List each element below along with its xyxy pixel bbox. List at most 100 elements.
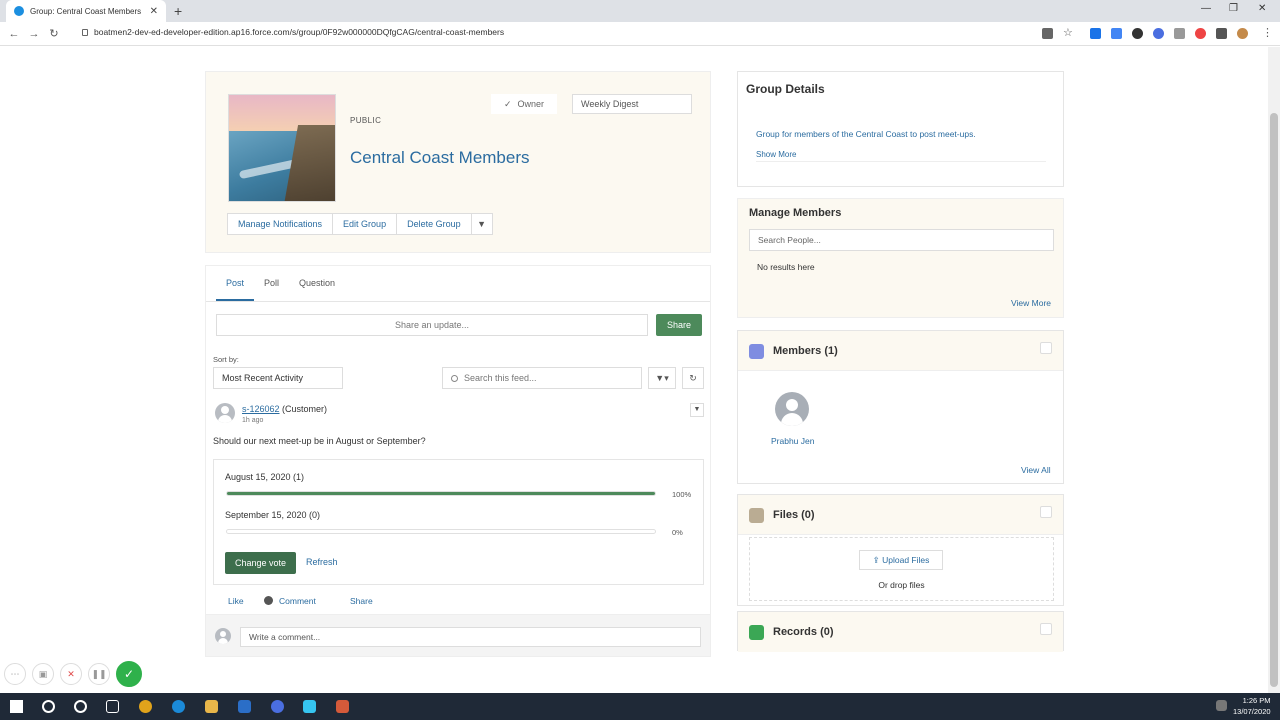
group-details-title: Group Details (746, 82, 825, 96)
tab-poll[interactable]: Poll (254, 266, 289, 301)
edge-icon[interactable] (172, 700, 185, 713)
sort-select[interactable]: Most Recent Activity (213, 367, 343, 389)
reload-icon[interactable]: ↻ (44, 27, 64, 40)
mail-icon[interactable] (238, 700, 251, 713)
pause-icon[interactable]: ❚❚ (88, 663, 110, 685)
cortana-icon[interactable] (74, 700, 87, 713)
extension-icon[interactable] (1174, 28, 1185, 39)
windows-start-icon[interactable] (10, 700, 23, 713)
members-title[interactable]: Members (1) (773, 345, 838, 357)
group-description: Group for members of the Central Coast t… (756, 129, 976, 139)
search-icon[interactable] (42, 700, 55, 713)
records-title[interactable]: Records (0) (773, 626, 834, 638)
filter-icon[interactable]: ▼▾ (648, 367, 676, 389)
puzzle-icon[interactable] (1216, 28, 1227, 39)
avatar (215, 628, 231, 644)
more-icon[interactable]: ⋯ (4, 663, 26, 685)
edit-group-button[interactable]: Edit Group (332, 213, 398, 235)
no-results-text: No results here (757, 262, 815, 272)
window-close-icon[interactable]: ✕ (1258, 3, 1266, 14)
avatar[interactable] (775, 392, 809, 426)
browser-tab[interactable]: Group: Central Coast Members ✕ (6, 0, 166, 22)
post-body: Should our next meet-up be in August or … (213, 436, 426, 446)
camera-icon[interactable]: ▣ (32, 663, 54, 685)
feed-search-input[interactable]: Search this feed... (442, 367, 642, 389)
chrome-icon[interactable] (139, 700, 152, 713)
kebab-menu-icon[interactable]: ⋮ (1262, 26, 1273, 39)
page-scrollbar[interactable] (1268, 47, 1280, 693)
view-all-link[interactable]: View All (1021, 465, 1051, 475)
scrollbar-thumb[interactable] (1270, 113, 1278, 687)
app-icon[interactable] (271, 700, 284, 713)
manage-members-title: Manage Members (749, 207, 842, 219)
cloud-extension-icon[interactable] (1132, 28, 1143, 39)
comment-input[interactable]: Write a comment... (240, 627, 701, 647)
poll: August 15, 2020 (1) 100% September 15, 2… (213, 459, 704, 585)
manage-notifications-button[interactable]: Manage Notifications (227, 213, 334, 235)
comment-button[interactable]: Comment (264, 596, 316, 606)
tab-title: Group: Central Coast Members (30, 6, 142, 16)
slack-icon[interactable] (303, 700, 316, 713)
file-dropzone[interactable]: ⇪ Upload Files Or drop files (749, 537, 1054, 601)
files-title[interactable]: Files (0) (773, 509, 815, 521)
clock-date: 13/07/2020 (1233, 707, 1271, 716)
pen-icon[interactable] (1216, 700, 1227, 711)
more-actions-chevron-down-icon[interactable]: ▼ (470, 213, 493, 235)
feed-search-placeholder: Search this feed... (464, 373, 537, 383)
post-menu-chevron-down-icon[interactable]: ▼ (690, 403, 704, 417)
show-more-link[interactable]: Show More (756, 150, 796, 159)
owner-button[interactable]: ✓ Owner (491, 94, 557, 114)
camera-extension-icon[interactable] (1042, 28, 1053, 39)
share-button[interactable]: Share (656, 314, 702, 336)
cancel-icon[interactable]: ✕ (60, 663, 82, 685)
taskbar-clock[interactable]: 1:26 PM 13/07/2020 (1233, 695, 1271, 717)
poll-option-label: September 15, 2020 (0) (225, 510, 321, 520)
upload-files-button[interactable]: ⇪ Upload Files (859, 550, 943, 570)
back-icon[interactable]: ← (4, 28, 24, 40)
app-icon[interactable] (336, 700, 349, 713)
change-vote-button[interactable]: Change vote (225, 552, 296, 574)
browser-address-bar: ← → ↻ boatmen2-dev-ed-developer-edition.… (0, 22, 1280, 46)
people-search-input[interactable]: Search People... (749, 229, 1054, 251)
poll-percent: 100% (672, 490, 692, 499)
star-icon[interactable]: ☆ (1063, 26, 1074, 39)
maximize-icon[interactable]: ❐ (1229, 3, 1238, 14)
poll-option-label: August 15, 2020 (1) (225, 472, 305, 482)
extension-icon[interactable] (1090, 28, 1101, 39)
salesforce-favicon-icon (14, 6, 24, 16)
delete-group-button[interactable]: Delete Group (396, 213, 472, 235)
files-menu-icon[interactable] (1040, 506, 1052, 518)
poll-progress-fill (227, 492, 655, 495)
url-field[interactable]: boatmen2-dev-ed-developer-edition.ap16.f… (82, 27, 504, 37)
records-menu-icon[interactable] (1040, 623, 1052, 635)
email-digest-select[interactable]: Weekly Digest (572, 94, 692, 114)
share-update-input[interactable]: Share an update... (216, 314, 648, 336)
tab-post[interactable]: Post (216, 266, 255, 301)
done-check-icon[interactable]: ✓ (116, 661, 142, 687)
tab-close-icon[interactable]: ✕ (150, 6, 158, 17)
like-button[interactable]: Like (228, 596, 244, 606)
extension-icon[interactable] (1195, 28, 1206, 39)
members-menu-icon[interactable] (1040, 342, 1052, 354)
author-role: (Customer) (282, 404, 328, 414)
new-tab-icon[interactable]: + (174, 3, 182, 19)
upload-label: Upload Files (882, 555, 930, 565)
tab-question[interactable]: Question (289, 266, 345, 301)
author-link[interactable]: s-126062 (242, 404, 280, 414)
minimize-icon[interactable]: — (1201, 3, 1211, 14)
post-timestamp[interactable]: 1h ago (242, 417, 263, 424)
comment-bar: Write a comment... (206, 614, 710, 656)
file-icon (749, 508, 764, 523)
refresh-poll-link[interactable]: Refresh (306, 557, 338, 567)
view-more-link[interactable]: View More (1011, 298, 1051, 308)
forward-icon[interactable]: → (24, 28, 44, 40)
avatar[interactable] (215, 403, 235, 423)
extension-icon[interactable] (1111, 28, 1122, 39)
file-explorer-icon[interactable] (205, 700, 218, 713)
profile-avatar-icon[interactable] (1237, 28, 1248, 39)
task-view-icon[interactable] (106, 700, 119, 713)
share-post-button[interactable]: Share (350, 596, 373, 606)
refresh-feed-icon[interactable]: ↻ (682, 367, 704, 389)
member-name-link[interactable]: Prabhu Jen (771, 436, 814, 446)
extension-icon[interactable] (1153, 28, 1164, 39)
